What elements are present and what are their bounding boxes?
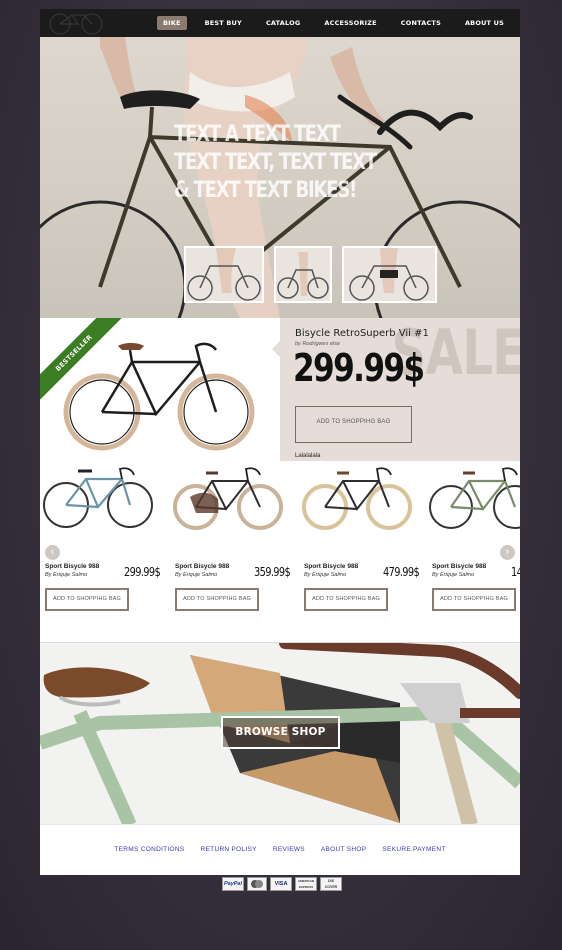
- hero-headline-line: TEXT TEXT, TEXT TEXT: [174, 150, 377, 175]
- product-bike-image[interactable]: [40, 461, 160, 531]
- bestseller-ribbon: BESTSELLER: [40, 318, 130, 408]
- product-name[interactable]: Sport Bisycle 988: [432, 563, 486, 570]
- nav-item-accessorize[interactable]: ACCESSORIZE: [318, 16, 382, 30]
- product-card: Sport Bisycle 988 By Eriquje Salmo 479.9…: [299, 461, 420, 621]
- product-price: 479.99$: [383, 565, 420, 579]
- browse-shop-button[interactable]: BROWSE SHOP: [221, 716, 340, 749]
- footer-links: TERMS CONDITIONS RETURN POLISY REVIEWS A…: [40, 846, 520, 853]
- nav-item-contacts[interactable]: CONTACTS: [395, 16, 447, 30]
- product-author: By Eriquje Salmo: [45, 572, 88, 578]
- nav-item-catalog[interactable]: CATALOG: [260, 16, 306, 30]
- add-to-bag-button[interactable]: ADD TO SHOPPIHG BAG: [45, 588, 129, 611]
- mastercard-icon: [247, 877, 267, 891]
- add-to-bag-button[interactable]: ADD TO SHOPPIHG BAG: [304, 588, 388, 611]
- product-name[interactable]: Sport Bisycle 988: [45, 563, 99, 570]
- promo-banner: BROWSE SHOP: [40, 642, 520, 824]
- featured-product-price: 299.99$: [293, 346, 425, 390]
- product-price: 14: [511, 565, 520, 579]
- hero-thumbnails: [184, 246, 437, 303]
- top-nav: BIKE BEST BUY CATALOG ACCESSORIZE CONTAC…: [40, 9, 520, 37]
- product-card: Sport Bisycle 988 By Eriquje Salmo 359.9…: [170, 461, 291, 621]
- amex-icon: AMERICAN EXPRESS: [295, 877, 317, 891]
- featured-product: BESTSELLER SALE Bisycle RetroSuperb Vii …: [40, 316, 520, 461]
- footer: TERMS CONDITIONS RETURN POLISY REVIEWS A…: [40, 824, 520, 875]
- product-name[interactable]: Sport Bisycle 988: [175, 563, 229, 570]
- chevron-left-icon[interactable]: ‹: [45, 545, 60, 560]
- product-card: Sport Bisycle 988 By Eriquje Salmo 14 AD…: [427, 461, 520, 621]
- nav-item-about-us[interactable]: ABOUT US: [459, 16, 510, 30]
- bestseller-badge: BESTSELLER: [40, 318, 123, 402]
- footer-link-return-policy[interactable]: RETURN POLISY: [201, 846, 257, 853]
- product-card: Sport Bisycle 988 By Eriquje Salmo 299.9…: [40, 461, 161, 621]
- discover-icon: DIS COVER: [320, 877, 342, 891]
- hero-headline-line: & TEXT TEXT BIKES!: [174, 178, 357, 203]
- visa-icon: VISA: [270, 877, 292, 891]
- hero-headline: TEXT A TEXT TEXT TEXT TEXT, TEXT TEXT & …: [174, 121, 377, 205]
- payment-methods: PayPal VISA AMERICAN EXPRESS DIS COVER: [222, 877, 342, 891]
- paypal-icon: PayPal: [222, 877, 244, 891]
- page: BIKE BEST BUY CATALOG ACCESSORIZE CONTAC…: [40, 9, 520, 875]
- footer-link-secure-payment[interactable]: SEKURE PAYMENT: [382, 846, 445, 853]
- hero-banner: TEXT A TEXT TEXT TEXT TEXT, TEXT TEXT & …: [40, 37, 520, 318]
- product-bike-image[interactable]: [170, 461, 290, 531]
- hero-thumbnail[interactable]: [274, 246, 332, 303]
- hero-thumbnail[interactable]: [184, 246, 264, 303]
- footer-link-terms[interactable]: TERMS CONDITIONS: [114, 846, 184, 853]
- logo-icon[interactable]: [48, 11, 104, 35]
- product-author: By Eriquje Salmo: [432, 572, 475, 578]
- add-to-bag-button[interactable]: ADD TO SHOPPIHG BAG: [432, 588, 516, 611]
- nav-item-best-buy[interactable]: BEST BUY: [199, 16, 248, 30]
- product-carousel: Sport Bisycle 988 By Eriquje Salmo 299.9…: [40, 461, 520, 642]
- footer-link-about-shop[interactable]: ABOUT SHOP: [321, 846, 367, 853]
- product-name[interactable]: Sport Bisycle 988: [304, 563, 358, 570]
- product-price: 299.99$: [124, 565, 161, 579]
- product-author: By Eriquje Salmo: [175, 572, 218, 578]
- featured-product-note: Lalalalala: [295, 453, 321, 459]
- hero-thumbnail[interactable]: [342, 246, 437, 303]
- footer-link-reviews[interactable]: REVIEWS: [273, 846, 305, 853]
- featured-product-name[interactable]: Bisycle RetroSuperb Vii #1: [295, 328, 429, 339]
- sale-panel: SALE Bisycle RetroSuperb Vii #1 by Rodri…: [280, 316, 520, 461]
- product-bike-image[interactable]: [427, 461, 520, 531]
- featured-add-to-bag-button[interactable]: ADD TO SHOPPIHG BAG: [295, 406, 412, 443]
- add-to-bag-button[interactable]: ADD TO SHOPPIHG BAG: [175, 588, 259, 611]
- nav-item-bike[interactable]: BIKE: [156, 16, 187, 30]
- product-price: 359.99$: [254, 565, 291, 579]
- hero-headline-line: TEXT A TEXT TEXT: [174, 122, 341, 147]
- product-bike-image[interactable]: [299, 461, 419, 531]
- product-author: By Eriquje Salmo: [304, 572, 347, 578]
- chevron-right-icon[interactable]: ›: [500, 545, 515, 560]
